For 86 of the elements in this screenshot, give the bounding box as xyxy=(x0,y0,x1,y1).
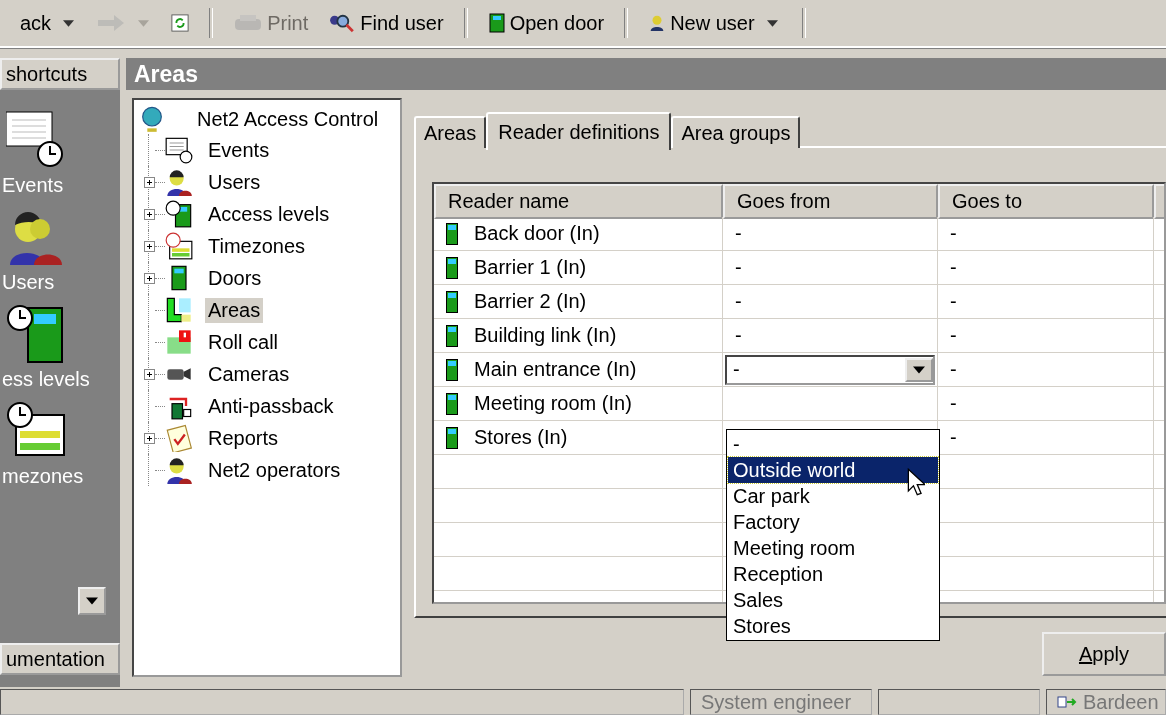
combo-box[interactable]: - xyxy=(725,354,935,385)
door-icon xyxy=(446,222,458,245)
reader-name: Building link (In) xyxy=(474,324,617,347)
list-clock-icon xyxy=(6,110,66,170)
expand-icon[interactable] xyxy=(144,208,155,220)
column-header[interactable]: Goes from xyxy=(723,184,938,219)
shortcut-label[interactable]: Users xyxy=(0,271,55,294)
shortcut-label[interactable]: Events xyxy=(0,174,64,197)
caret-icon[interactable] xyxy=(766,19,778,27)
tree-item[interactable]: Anti-passback xyxy=(205,393,337,419)
table-cell: - xyxy=(723,319,938,353)
table-cell: - xyxy=(723,217,938,251)
tree-item[interactable]: Net2 Access Control xyxy=(194,106,382,132)
reader-name: Main entrance (In) xyxy=(474,358,637,381)
clock-schedule-icon xyxy=(165,232,193,260)
tab[interactable]: Areas xyxy=(414,116,487,148)
reader-name: Stores (In) xyxy=(474,426,568,449)
column-header[interactable]: Reader name xyxy=(434,184,723,219)
caret-icon[interactable] xyxy=(63,19,75,27)
caret-icon xyxy=(86,597,98,605)
shortcut-label[interactable]: ess levels xyxy=(0,368,90,391)
expand-icon[interactable] xyxy=(144,432,155,444)
clock-door-icon xyxy=(165,200,193,228)
status-text: System engineer xyxy=(701,690,852,714)
scroll-down-button[interactable] xyxy=(78,587,106,615)
door-icon xyxy=(446,324,458,347)
alert-plan-icon xyxy=(165,328,193,356)
tree-item[interactable]: Access levels xyxy=(205,201,333,227)
tree-item[interactable]: Areas xyxy=(205,297,264,323)
door-icon xyxy=(446,256,458,279)
tree-item[interactable]: Net2 operators xyxy=(205,457,344,483)
tree-item[interactable]: Timezones xyxy=(205,233,309,259)
table-cell: - xyxy=(938,285,1154,319)
table-cell: - xyxy=(938,319,1154,353)
list-clock-icon xyxy=(165,136,193,164)
dropdown-option[interactable]: Sales xyxy=(728,587,938,613)
tree-item[interactable]: Events xyxy=(205,137,273,163)
refresh-icon xyxy=(171,13,190,33)
dropdown-option[interactable]: Factory xyxy=(728,509,938,535)
reader-name: Meeting room (In) xyxy=(474,392,632,415)
expand-icon[interactable] xyxy=(144,176,155,188)
tree-item[interactable]: Doors xyxy=(205,265,265,291)
table-cell: - xyxy=(938,387,1154,421)
apply-button[interactable]: Apply xyxy=(1042,632,1166,676)
user-arrow-icon xyxy=(1057,695,1077,709)
expand-icon[interactable] xyxy=(144,368,155,380)
shortcut-label[interactable]: mezones xyxy=(0,465,84,488)
dropdown-option[interactable]: Reception xyxy=(728,561,938,587)
table-cell: - xyxy=(723,285,938,319)
people-icon xyxy=(165,456,193,484)
door-icon xyxy=(446,426,458,449)
people-icon xyxy=(165,168,193,196)
table-cell: - xyxy=(938,251,1154,285)
clock-door-icon xyxy=(6,304,66,364)
door-icon xyxy=(487,13,506,33)
dropdown-option[interactable]: - xyxy=(728,431,938,457)
mouse-cursor-icon xyxy=(907,468,925,496)
door-icon xyxy=(446,358,458,381)
table-cell: - xyxy=(938,217,1154,251)
dropdown-option[interactable]: Outside world xyxy=(728,457,938,483)
printer-icon xyxy=(233,13,264,33)
page-title: Areas xyxy=(134,60,198,88)
tab[interactable]: Reader definitions xyxy=(486,112,672,150)
tree-item[interactable]: Users xyxy=(205,169,264,195)
reader-name: Back door (In) xyxy=(474,222,600,245)
status-text: Bardeen xyxy=(1083,690,1159,714)
expand-icon[interactable] xyxy=(144,272,155,284)
tree-item[interactable]: Cameras xyxy=(205,361,293,387)
door-icon xyxy=(446,290,458,313)
dropdown-option[interactable]: Meeting room xyxy=(728,535,938,561)
reader-name: Barrier 1 (In) xyxy=(474,256,587,279)
expand-icon[interactable] xyxy=(144,240,155,252)
floor-plan-icon xyxy=(165,296,193,324)
table-cell: - xyxy=(723,251,938,285)
tree-item[interactable]: Reports xyxy=(205,425,282,451)
dropdown-option[interactable]: Stores xyxy=(728,613,938,639)
tab[interactable]: Area groups xyxy=(671,116,801,148)
shortcuts-button[interactable]: shortcuts xyxy=(0,58,120,90)
tree-item[interactable]: Roll call xyxy=(205,329,282,355)
door-icon xyxy=(446,392,458,415)
table-cell: - xyxy=(938,353,1154,387)
column-header[interactable]: Goes to xyxy=(938,184,1154,219)
dropdown-option[interactable]: Car park xyxy=(728,483,938,509)
documentation-button[interactable]: umentation xyxy=(0,643,120,675)
reader-name: Barrier 2 (In) xyxy=(474,290,587,313)
caret-icon xyxy=(913,365,925,374)
